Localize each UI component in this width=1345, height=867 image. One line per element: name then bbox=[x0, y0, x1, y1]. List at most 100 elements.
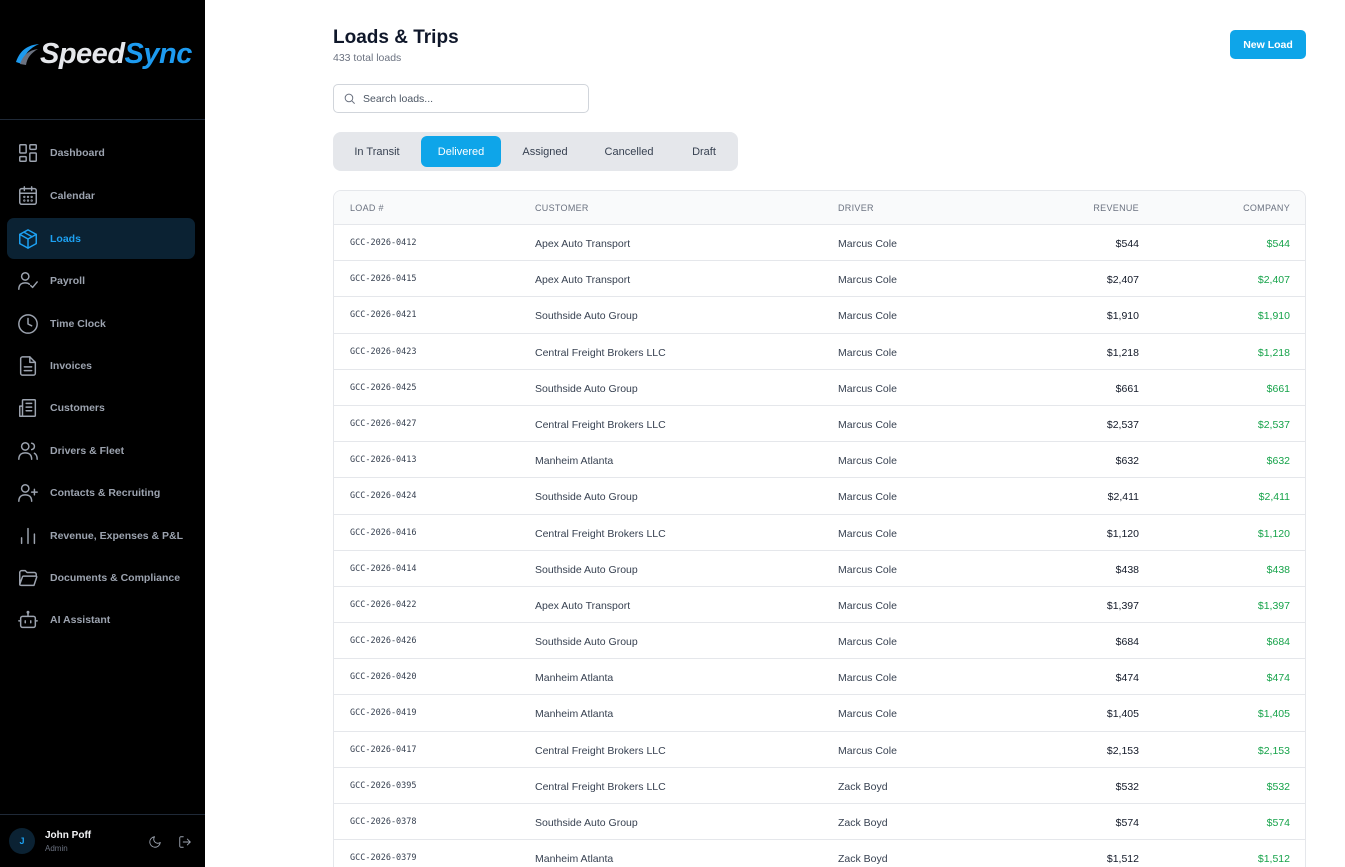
customer-cell: Manheim Atlanta bbox=[535, 853, 614, 866]
table-row[interactable]: GCC-2026-0426 Southside Auto Group Marcus … bbox=[334, 623, 1305, 660]
search-box[interactable] bbox=[333, 84, 589, 113]
sidebar-item-loads[interactable]: Loads bbox=[7, 218, 195, 259]
table-row[interactable]: GCC-2026-0412 Apex Auto Transport Marcus C… bbox=[334, 225, 1305, 262]
load-number-cell: GCC-2026-0395 bbox=[350, 780, 417, 791]
sidebar-item-label: AI Assistant bbox=[50, 613, 111, 626]
sidebar-item-ai-assistant[interactable]: AI Assistant bbox=[7, 599, 195, 640]
logo-text: SpeedSync bbox=[40, 38, 192, 71]
tab-delivered[interactable]: Delivered bbox=[421, 136, 501, 167]
table-row[interactable]: GCC-2026-0423 Central Freight Brokers LLC… bbox=[334, 334, 1305, 370]
company-cell: $1,218 bbox=[1257, 346, 1290, 359]
sidebar-item-invoices[interactable]: Invoices bbox=[7, 345, 195, 386]
table-row[interactable]: GCC-2026-0424 Southside Auto Group Marcus … bbox=[334, 478, 1305, 515]
revenue-cell: $1,218 bbox=[1106, 346, 1139, 359]
sidebar-item-contacts-recruiting[interactable]: Contacts & Recruiting bbox=[7, 472, 195, 513]
load-number-cell: GCC-2026-0414 bbox=[350, 563, 417, 574]
table-row[interactable]: GCC-2026-0417 Central Freight Brokers LLC… bbox=[334, 732, 1305, 768]
user-check-icon bbox=[17, 270, 39, 292]
column-header-company[interactable]: COMPANY bbox=[1243, 203, 1290, 213]
company-cell: $2,407 bbox=[1257, 274, 1290, 287]
table-header: LOAD # CUSTOMER DRIVER REVENUE COMPANY bbox=[334, 191, 1305, 225]
tab-draft[interactable]: Draft bbox=[673, 136, 735, 167]
robot-icon bbox=[17, 609, 39, 631]
table-row[interactable]: GCC-2026-0415 Apex Auto Transport Marcus C… bbox=[334, 261, 1305, 298]
clock-icon bbox=[17, 313, 39, 335]
folder-icon bbox=[17, 567, 39, 589]
table-row[interactable]: GCC-2026-0425 Southside Auto Group Marcus … bbox=[334, 370, 1305, 406]
driver-cell: Zack Boyd bbox=[838, 853, 888, 866]
avatar[interactable]: J bbox=[9, 828, 35, 854]
table-row[interactable]: GCC-2026-0422 Apex Auto Transport Marcus C… bbox=[334, 587, 1305, 624]
revenue-cell: $544 bbox=[1115, 238, 1139, 250]
driver-cell: Zack Boyd bbox=[838, 780, 888, 793]
moon-icon[interactable] bbox=[148, 835, 162, 849]
table-row[interactable]: GCC-2026-0427 Central Freight Brokers LLC… bbox=[334, 406, 1305, 443]
company-cell: $2,153 bbox=[1257, 744, 1290, 757]
driver-cell: Marcus Cole bbox=[838, 455, 897, 468]
column-header-revenue[interactable]: REVENUE bbox=[1093, 203, 1139, 213]
table-row[interactable]: GCC-2026-0413 Manheim Atlanta Marcus Cole $… bbox=[334, 442, 1305, 479]
document-icon bbox=[17, 355, 39, 377]
search-input[interactable] bbox=[363, 92, 573, 105]
sidebar-item-documents[interactable]: Documents & Compliance bbox=[7, 557, 195, 598]
company-cell: $1,512 bbox=[1257, 853, 1290, 866]
table-row[interactable]: GCC-2026-0421 Southside Auto Group Marcus … bbox=[334, 297, 1305, 334]
table-row[interactable]: GCC-2026-0416 Central Freight Brokers LLC… bbox=[334, 515, 1305, 551]
customer-cell: Apex Auto Transport bbox=[535, 238, 631, 250]
revenue-cell: $532 bbox=[1115, 780, 1139, 793]
revenue-cell: $438 bbox=[1115, 563, 1139, 576]
sidebar-item-label: Dashboard bbox=[50, 146, 105, 159]
user-plus-icon bbox=[17, 482, 39, 504]
revenue-cell: $1,405 bbox=[1106, 708, 1139, 721]
load-number-cell: GCC-2026-0421 bbox=[350, 310, 417, 321]
table-row[interactable]: GCC-2026-0420 Manheim Atlanta Marcus Cole $… bbox=[334, 659, 1305, 696]
tab-in-transit[interactable]: In Transit bbox=[337, 136, 417, 167]
table-row[interactable]: GCC-2026-0414 Southside Auto Group Marcus … bbox=[334, 551, 1305, 587]
load-number-cell: GCC-2026-0415 bbox=[350, 274, 417, 285]
company-cell: $1,120 bbox=[1257, 527, 1290, 540]
company-cell: $2,411 bbox=[1258, 491, 1290, 504]
sidebar: SpeedSync Dashboard Calendar Loads Payro… bbox=[0, 0, 205, 867]
customer-cell: Southside Auto Group bbox=[535, 817, 638, 829]
revenue-cell: $661 bbox=[1115, 382, 1139, 395]
table-row[interactable]: GCC-2026-0379 Manheim Atlanta Zack Boyd $1,… bbox=[334, 840, 1305, 867]
column-header-driver[interactable]: DRIVER bbox=[838, 203, 874, 213]
sidebar-item-time-clock[interactable]: Time Clock bbox=[7, 303, 195, 344]
customer-cell: Manheim Atlanta bbox=[535, 672, 614, 685]
sidebar-item-label: Calendar bbox=[50, 189, 95, 202]
table-row[interactable]: GCC-2026-0395 Central Freight Brokers LLC… bbox=[334, 768, 1305, 804]
calendar-icon bbox=[17, 185, 39, 207]
driver-cell: Marcus Cole bbox=[838, 418, 897, 431]
sidebar-item-drivers-fleet[interactable]: Drivers & Fleet bbox=[7, 430, 195, 471]
driver-cell: Marcus Cole bbox=[838, 563, 897, 576]
logo[interactable]: SpeedSync bbox=[14, 38, 192, 71]
customer-cell: Central Freight Brokers LLC bbox=[535, 418, 666, 431]
sidebar-item-revenue[interactable]: Revenue, Expenses & P&L bbox=[7, 515, 195, 556]
load-number-cell: GCC-2026-0379 bbox=[350, 853, 417, 864]
revenue-cell: $684 bbox=[1115, 636, 1139, 649]
column-header-customer[interactable]: CUSTOMER bbox=[535, 203, 589, 213]
sidebar-item-customers[interactable]: Customers bbox=[7, 387, 195, 428]
building-icon bbox=[17, 397, 39, 419]
column-header-load[interactable]: LOAD # bbox=[350, 203, 384, 213]
sidebar-item-dashboard[interactable]: Dashboard bbox=[7, 132, 195, 173]
page-title: Loads & Trips bbox=[333, 27, 459, 48]
company-cell: $632 bbox=[1266, 455, 1290, 468]
table-row[interactable]: GCC-2026-0419 Manheim Atlanta Marcus Cole $… bbox=[334, 695, 1305, 732]
loads-table: LOAD # CUSTOMER DRIVER REVENUE COMPANY G… bbox=[333, 190, 1306, 867]
driver-cell: Marcus Cole bbox=[838, 310, 897, 323]
sidebar-item-label: Time Clock bbox=[50, 317, 106, 330]
user-name: John Poff bbox=[45, 830, 92, 841]
tab-assigned[interactable]: Assigned bbox=[505, 136, 585, 167]
sidebar-item-calendar[interactable]: Calendar bbox=[7, 175, 195, 216]
tab-cancelled[interactable]: Cancelled bbox=[589, 136, 669, 167]
logout-icon[interactable] bbox=[178, 835, 192, 849]
load-number-cell: GCC-2026-0423 bbox=[350, 346, 417, 357]
new-load-button[interactable]: New Load bbox=[1230, 30, 1306, 59]
load-number-cell: GCC-2026-0424 bbox=[350, 491, 417, 502]
load-number-cell: GCC-2026-0378 bbox=[350, 817, 417, 827]
sidebar-item-payroll[interactable]: Payroll bbox=[7, 260, 195, 301]
logo-swoosh-icon bbox=[14, 40, 40, 70]
table-row[interactable]: GCC-2026-0378 Southside Auto Group Zack Bo… bbox=[334, 804, 1305, 841]
load-number-cell: GCC-2026-0422 bbox=[350, 599, 417, 610]
